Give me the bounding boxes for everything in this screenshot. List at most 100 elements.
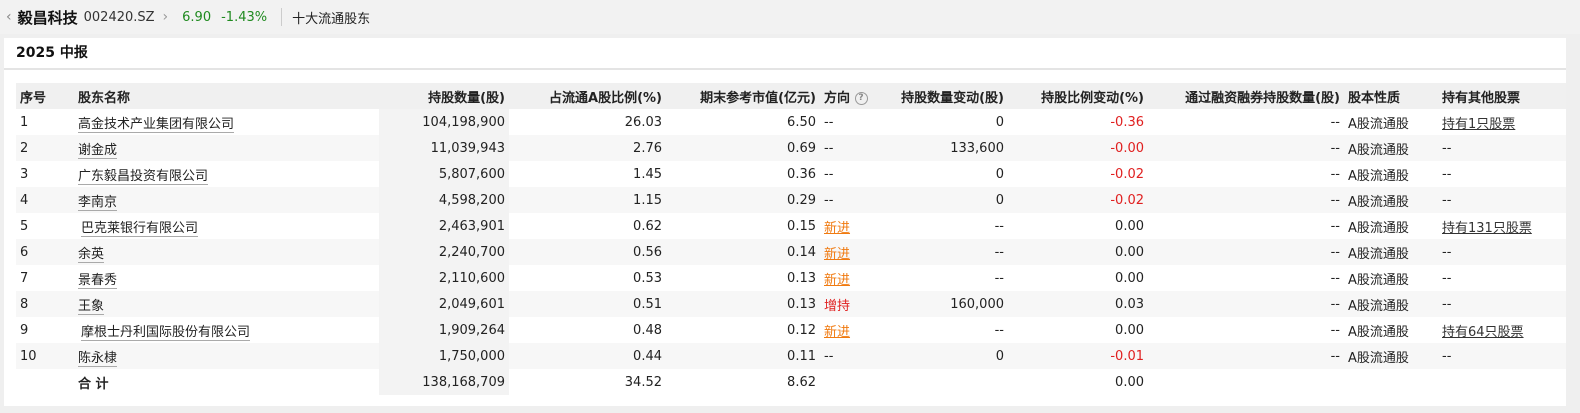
cell-change: -- xyxy=(994,218,1004,234)
cell-direction: 新进 xyxy=(820,213,892,239)
total-value: 8.62 xyxy=(787,374,816,390)
table-row: 4 李南京 4,598,200 1.15 0.29 -- 0 -0.02 -- A股流通股 -- xyxy=(16,187,1566,213)
direction-label[interactable]: 新进 xyxy=(824,221,850,236)
holder-name-link[interactable]: 谢金成 xyxy=(78,142,118,159)
cell-change: -- xyxy=(994,322,1004,338)
cell-direction: 新进 xyxy=(820,265,892,291)
cell-value: 0.11 xyxy=(666,343,820,369)
cell-other: -- xyxy=(1438,135,1566,161)
other-stocks-link[interactable]: 持有64只股票 xyxy=(1442,325,1524,340)
other-stocks-link[interactable]: 持有131只股票 xyxy=(1442,221,1532,236)
cell-direction: -- xyxy=(820,343,892,369)
cell-change-pct: -0.02 xyxy=(1110,166,1144,182)
cell-type: A股流通股 xyxy=(1344,291,1438,317)
cell-shares: 11,039,943 xyxy=(379,135,509,161)
cell-shares: 1,909,264 xyxy=(379,317,509,343)
cell-value: 6.50 xyxy=(787,114,816,130)
holder-name-link[interactable]: 摩根士丹利国际股份有限公司 xyxy=(81,324,251,341)
cell-shares: 104,198,900 xyxy=(379,109,509,135)
cell-direction: 增持 xyxy=(820,291,892,317)
cell-other: 持有131只股票 xyxy=(1438,213,1566,239)
cell-ratio: 0.56 xyxy=(509,239,666,265)
stock-change: -1.43% xyxy=(221,9,268,25)
cell-no: 3 xyxy=(20,166,29,182)
holder-name-link[interactable]: 巴克莱银行有限公司 xyxy=(81,220,199,237)
cell-shares: 2,240,700 xyxy=(379,239,509,265)
cell-ratio: 0.53 xyxy=(633,270,662,286)
cell-margin: -- xyxy=(1330,322,1340,338)
holder-name-link[interactable]: 李南京 xyxy=(78,194,118,211)
other-stocks-link: -- xyxy=(1442,192,1452,208)
forward-chevron-icon[interactable]: › xyxy=(163,9,169,25)
cell-change: 160,000 xyxy=(892,291,1008,317)
cell-value: 0.69 xyxy=(666,135,820,161)
col-header-shares[interactable]: 持股数量(股) xyxy=(379,83,509,109)
cell-type: A股流通股 xyxy=(1348,220,1409,236)
cell-direction: -- xyxy=(820,109,892,135)
holder-name-link[interactable]: 王象 xyxy=(78,298,105,315)
table-row: 7 景春秀 2,110,600 0.53 0.13 新进 -- 0.00 -- A股流通股 -- xyxy=(16,265,1566,291)
cell-ratio: 0.48 xyxy=(633,322,662,338)
cell-change-pct: -0.02 xyxy=(1008,187,1148,213)
holder-name-link[interactable]: 广东毅昌投资有限公司 xyxy=(78,168,209,185)
holder-name-link[interactable]: 余英 xyxy=(78,246,105,263)
total-row: 合 计 138,168,709 34.52 8.62 0.00 xyxy=(16,369,1566,395)
cell-type: A股流通股 xyxy=(1344,187,1438,213)
col-header-direction: 方向 ? xyxy=(820,83,892,109)
stock-code: 002420.SZ xyxy=(83,9,155,25)
holder-name-link[interactable]: 高金技术产业集团有限公司 xyxy=(78,116,235,133)
cell-ratio: 0.51 xyxy=(509,291,666,317)
cell-name: 广东毅昌投资有限公司 xyxy=(74,161,379,187)
cell-name: 谢金成 xyxy=(74,135,379,161)
col-header-no: 序号 xyxy=(16,83,74,109)
cell-empty xyxy=(892,369,1008,395)
holder-name-link[interactable]: 陈永棣 xyxy=(78,350,118,367)
col-header-ratio[interactable]: 占流通A股比例(%) xyxy=(509,83,666,109)
header-divider xyxy=(281,8,283,26)
cell-change: 133,600 xyxy=(892,135,1008,161)
total-shares: 138,168,709 xyxy=(379,369,509,395)
cell-value: 0.36 xyxy=(787,166,816,182)
col-header-change-pct[interactable]: 持股比例变动(%) xyxy=(1008,83,1148,109)
cell-value: 0.13 xyxy=(666,291,820,317)
col-header-type: 股本性质 xyxy=(1344,83,1438,109)
help-icon[interactable]: ? xyxy=(854,91,868,105)
cell-value: 0.13 xyxy=(787,270,816,286)
cell-no: 6 xyxy=(16,239,74,265)
col-header-margin[interactable]: 通过融资融券持股数量(股) xyxy=(1148,83,1344,109)
cell-margin: -- xyxy=(1148,135,1344,161)
holder-name-link[interactable]: 景春秀 xyxy=(78,272,118,289)
direction-label: -- xyxy=(824,348,834,364)
cell-no: 9 xyxy=(20,322,29,338)
col-header-change[interactable]: 持股数量变动(股) xyxy=(892,83,1008,109)
cell-change: 0 xyxy=(892,343,1008,369)
cell-direction: -- xyxy=(820,135,892,161)
cell-change-pct: -0.01 xyxy=(1008,343,1148,369)
cell-other: 持有1只股票 xyxy=(1438,109,1566,135)
back-chevron-icon[interactable]: ‹ xyxy=(6,9,12,25)
cell-change: -- xyxy=(994,270,1004,286)
table-row: 9 ?摩根士丹利国际股份有限公司1,909,264 0.48 0.12 新进 -- 0.00… xyxy=(16,317,1566,343)
cell-no: 8 xyxy=(16,291,74,317)
direction-label[interactable]: 新进 xyxy=(824,273,850,288)
col-header-value[interactable]: 期末参考市值(亿元) xyxy=(666,83,820,109)
cell-empty xyxy=(820,369,892,395)
table-row: 2 谢金成 11,039,943 2.76 0.69 -- 133,600 -0.00 -- A股… xyxy=(16,135,1566,161)
cell-type: A股流通股 xyxy=(1348,272,1409,288)
cell-change-pct: 0.00 xyxy=(1115,322,1144,338)
col-header-other: 持有其他股票 xyxy=(1438,83,1566,109)
cell-margin: -- xyxy=(1148,239,1344,265)
cell-margin: -- xyxy=(1148,291,1344,317)
table-row: 8 王象 2,049,601 0.51 0.13 增持 160,000 0.03 -- A股流通股… xyxy=(16,291,1566,317)
cell-margin: -- xyxy=(1330,166,1340,182)
direction-label[interactable]: 新进 xyxy=(824,325,850,340)
cell-direction: 新进 xyxy=(820,317,892,343)
direction-label[interactable]: 新进 xyxy=(824,247,850,262)
cell-no: 2 xyxy=(16,135,74,161)
cell-other: -- xyxy=(1438,265,1566,291)
cell-type: A股流通股 xyxy=(1348,168,1409,184)
cell-change: 0 xyxy=(892,187,1008,213)
cell-shares: 1,750,000 xyxy=(379,343,509,369)
other-stocks-link[interactable]: 持有1只股票 xyxy=(1442,117,1515,132)
cell-shares: 2,049,601 xyxy=(379,291,509,317)
